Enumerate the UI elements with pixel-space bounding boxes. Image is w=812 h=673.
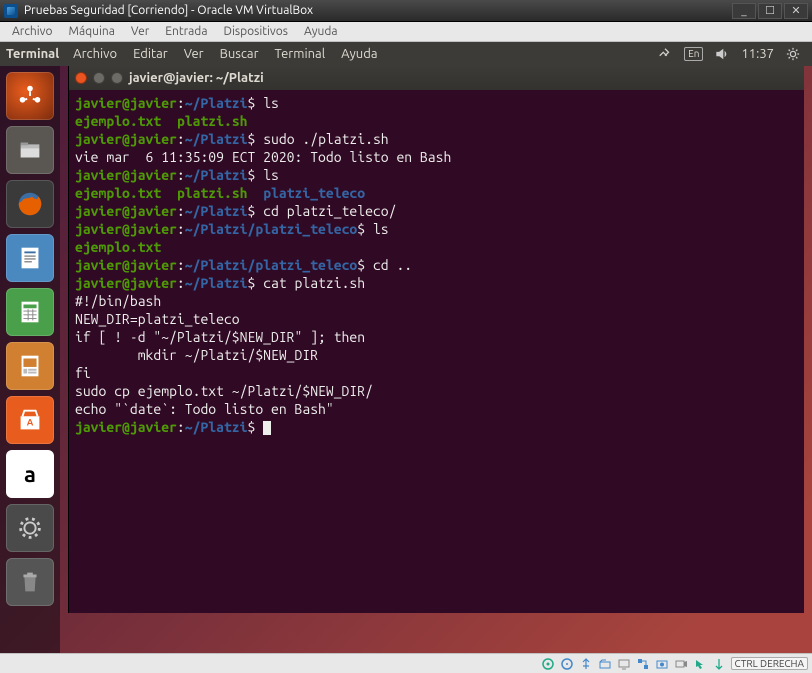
status-usb-icon[interactable] — [579, 657, 594, 671]
launcher-calc-icon[interactable] — [6, 288, 54, 336]
keyboard-layout-label: En — [684, 47, 703, 61]
svg-text:A: A — [27, 417, 34, 428]
minimize-button[interactable]: _ — [732, 3, 756, 19]
vbox-menu-archivo[interactable]: Archivo — [4, 25, 61, 38]
launcher-firefox-icon[interactable] — [6, 180, 54, 228]
terminal-title: javier@javier: ~/Platzi — [129, 71, 798, 85]
close-button[interactable]: ✕ — [784, 3, 808, 19]
network-indicator-icon[interactable] — [652, 47, 678, 61]
vbox-menu-entrada[interactable]: Entrada — [157, 25, 215, 38]
vbox-menu-dispositivos[interactable]: Dispositivos — [216, 25, 296, 38]
status-keyboard-icon[interactable] — [712, 657, 727, 671]
status-shared-folders-icon[interactable] — [598, 657, 613, 671]
terminal-close-button[interactable] — [75, 72, 87, 84]
term-menu-ver[interactable]: Ver — [176, 47, 212, 61]
amazon-glyph: a — [24, 462, 36, 487]
term-menu-archivo[interactable]: Archivo — [65, 47, 125, 61]
launcher-settings-icon[interactable] — [6, 504, 54, 552]
status-capture-icon[interactable] — [655, 657, 670, 671]
ubuntu-top-panel: Terminal Archivo Editar Ver Buscar Termi… — [0, 42, 812, 66]
launcher-files-icon[interactable] — [6, 126, 54, 174]
launcher-dash-icon[interactable] — [6, 72, 54, 120]
host-key-label: CTRL DERECHA — [731, 657, 808, 670]
unity-launcher: A a — [0, 66, 60, 653]
launcher-software-icon[interactable]: A — [6, 396, 54, 444]
launcher-trash-icon[interactable] — [6, 558, 54, 606]
status-rec-icon[interactable] — [674, 657, 689, 671]
status-cd-icon[interactable] — [560, 657, 575, 671]
vbox-titlebar[interactable]: Pruebas Seguridad [Corriendo] - Oracle V… — [0, 0, 812, 22]
status-mouse-icon[interactable] — [693, 657, 708, 671]
status-hdd-icon[interactable] — [541, 657, 556, 671]
gear-icon[interactable] — [780, 47, 806, 61]
vbox-menu-maquina[interactable]: Máquina — [61, 25, 123, 38]
status-display-icon[interactable] — [617, 657, 632, 671]
terminal-titlebar[interactable]: javier@javier: ~/Platzi — [69, 66, 804, 90]
sound-indicator-icon[interactable] — [709, 47, 735, 61]
terminal-maximize-button[interactable] — [111, 72, 123, 84]
panel-app-title: Terminal — [6, 47, 59, 61]
ubuntu-desktop: Terminal Archivo Editar Ver Buscar Termi… — [0, 42, 812, 653]
virtualbox-window: Pruebas Seguridad [Corriendo] - Oracle V… — [0, 0, 812, 673]
vbox-menubar: Archivo Máquina Ver Entrada Dispositivos… — [0, 22, 812, 42]
virtualbox-icon — [4, 4, 18, 18]
terminal-body[interactable]: javier@javier:~/Platzi$ lsejemplo.txt pl… — [69, 90, 804, 613]
clock[interactable]: 11:37 — [735, 47, 780, 61]
terminal-menubar: Archivo Editar Ver Buscar Terminal Ayuda — [65, 47, 385, 61]
term-menu-editar[interactable]: Editar — [125, 47, 176, 61]
status-net-icon[interactable] — [636, 657, 651, 671]
launcher-writer-icon[interactable] — [6, 234, 54, 282]
vbox-title: Pruebas Seguridad [Corriendo] - Oracle V… — [24, 4, 732, 17]
maximize-button[interactable]: ☐ — [758, 3, 782, 19]
term-menu-terminal[interactable]: Terminal — [267, 47, 334, 61]
launcher-impress-icon[interactable] — [6, 342, 54, 390]
terminal-minimize-button[interactable] — [93, 72, 105, 84]
keyboard-indicator[interactable]: En — [678, 47, 709, 61]
vbox-statusbar: CTRL DERECHA — [0, 653, 812, 673]
term-menu-ayuda[interactable]: Ayuda — [333, 47, 385, 61]
desktop-area: A a — [0, 66, 812, 653]
vbox-menu-ver[interactable]: Ver — [123, 25, 157, 38]
window-controls: _ ☐ ✕ — [732, 3, 808, 19]
launcher-amazon-icon[interactable]: a — [6, 450, 54, 498]
terminal-window[interactable]: javier@javier: ~/Platzi javier@javier:~/… — [68, 66, 804, 613]
term-menu-buscar[interactable]: Buscar — [212, 47, 267, 61]
vbox-menu-ayuda[interactable]: Ayuda — [296, 25, 346, 38]
